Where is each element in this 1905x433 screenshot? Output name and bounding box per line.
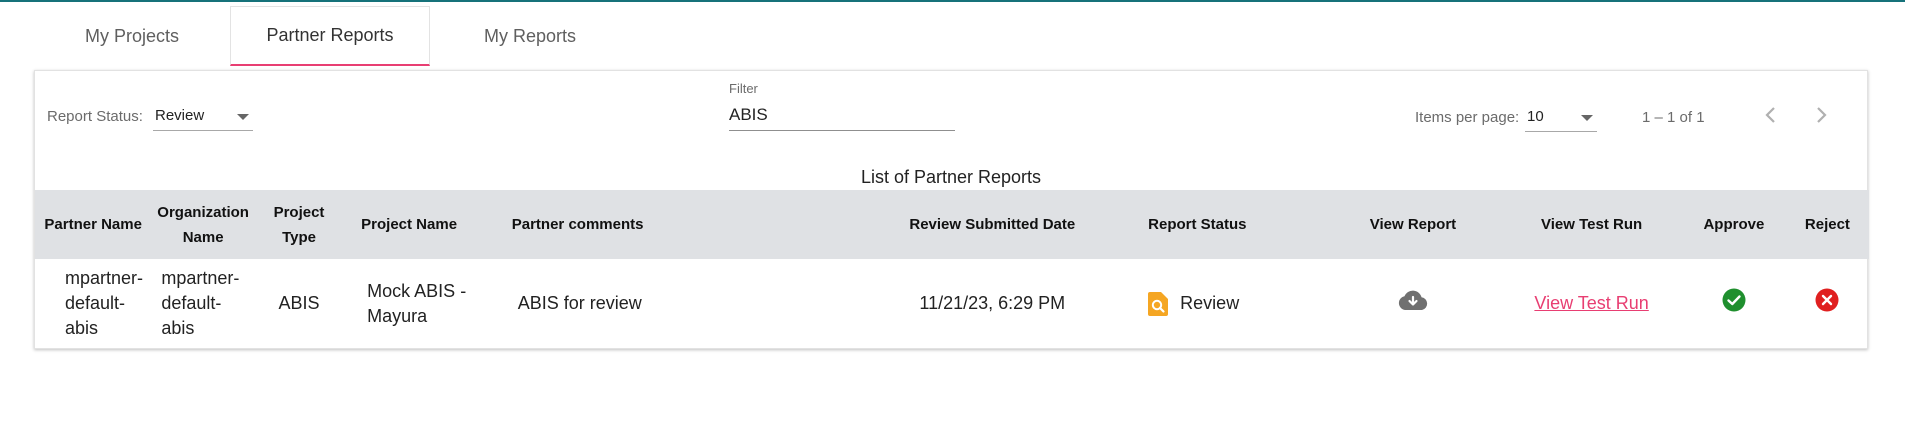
tab-my-reports[interactable]: My Reports bbox=[430, 6, 630, 66]
table-row: mpartner-default-abis mpartner-default-a… bbox=[35, 259, 1869, 348]
cell-reject bbox=[1786, 259, 1869, 348]
partner-reports-card: Report Status: Review Filter Items per p… bbox=[34, 70, 1869, 349]
previous-page-button[interactable] bbox=[1751, 95, 1791, 135]
header-view-test-run: View Test Run bbox=[1541, 216, 1643, 233]
filter-label: Filter bbox=[729, 81, 758, 96]
report-status-value: Review bbox=[155, 107, 205, 124]
header-project-name[interactable]: Project Name bbox=[343, 190, 494, 259]
cell-approve bbox=[1682, 259, 1786, 348]
next-page-button[interactable] bbox=[1801, 95, 1841, 135]
tab-partner-reports[interactable]: Partner Reports bbox=[230, 6, 430, 66]
filter-input[interactable] bbox=[729, 99, 955, 131]
pagination-range: 1 – 1 of 1 bbox=[1642, 109, 1705, 126]
tab-my-projects[interactable]: My Projects bbox=[34, 6, 230, 66]
items-per-page-select[interactable]: 10 bbox=[1525, 101, 1597, 132]
header-partner-name[interactable]: Partner Name bbox=[35, 190, 151, 259]
items-per-page-label: Items per page: bbox=[1415, 109, 1520, 126]
top-accent-line bbox=[0, 0, 1905, 2]
cell-organization-name: mpartner-default-abis bbox=[161, 268, 240, 338]
view-test-run-link[interactable]: View Test Run bbox=[1534, 293, 1648, 313]
cell-partner-name: mpartner-default-abis bbox=[65, 268, 144, 338]
header-partner-comments[interactable]: Partner comments bbox=[494, 190, 889, 259]
header-organization-name[interactable]: Organization Name bbox=[151, 190, 255, 259]
report-status-select[interactable]: Review bbox=[153, 101, 253, 131]
header-approve: Approve bbox=[1703, 216, 1765, 233]
cloud-download-icon[interactable] bbox=[1397, 289, 1429, 318]
header-project-type[interactable]: Project Type bbox=[255, 190, 343, 259]
close-circle-icon[interactable] bbox=[1815, 288, 1839, 319]
partner-reports-table: Partner Name Organization Name Project T… bbox=[35, 190, 1869, 348]
report-tabs: My Projects Partner Reports My Reports bbox=[34, 6, 630, 66]
chevron-down-icon bbox=[1581, 115, 1593, 121]
cell-partner-comments: ABIS for review bbox=[517, 293, 642, 313]
cell-view-report bbox=[1325, 259, 1502, 348]
header-review-submitted-date[interactable]: Review Submitted Date bbox=[888, 190, 1096, 259]
header-report-status[interactable]: Report Status bbox=[1096, 190, 1325, 259]
check-circle-icon[interactable] bbox=[1722, 288, 1746, 319]
header-reject: Reject bbox=[1804, 216, 1850, 233]
chevron-right-icon bbox=[1817, 107, 1827, 123]
document-search-icon bbox=[1148, 291, 1169, 316]
report-status-text: Review bbox=[1180, 293, 1240, 313]
list-title: List of Partner Reports bbox=[860, 167, 1042, 187]
cell-project-type: ABIS bbox=[278, 293, 320, 313]
chevron-down-icon bbox=[237, 114, 249, 120]
cell-view-test-run: View Test Run bbox=[1501, 259, 1682, 348]
reports-toolbar: Report Status: Review Filter Items per p… bbox=[35, 71, 1867, 166]
items-per-page-value: 10 bbox=[1527, 108, 1544, 125]
cell-project-name: Mock ABIS - Mayura bbox=[367, 280, 467, 326]
cell-report-status: Review bbox=[1096, 259, 1325, 348]
table-header-row: Partner Name Organization Name Project T… bbox=[35, 190, 1869, 259]
header-view-report: View Report bbox=[1369, 216, 1457, 233]
chevron-left-icon bbox=[1765, 107, 1775, 123]
cell-review-submitted-date: 11/21/23, 6:29 PM bbox=[919, 293, 1066, 313]
report-status-label: Report Status: bbox=[47, 108, 143, 125]
